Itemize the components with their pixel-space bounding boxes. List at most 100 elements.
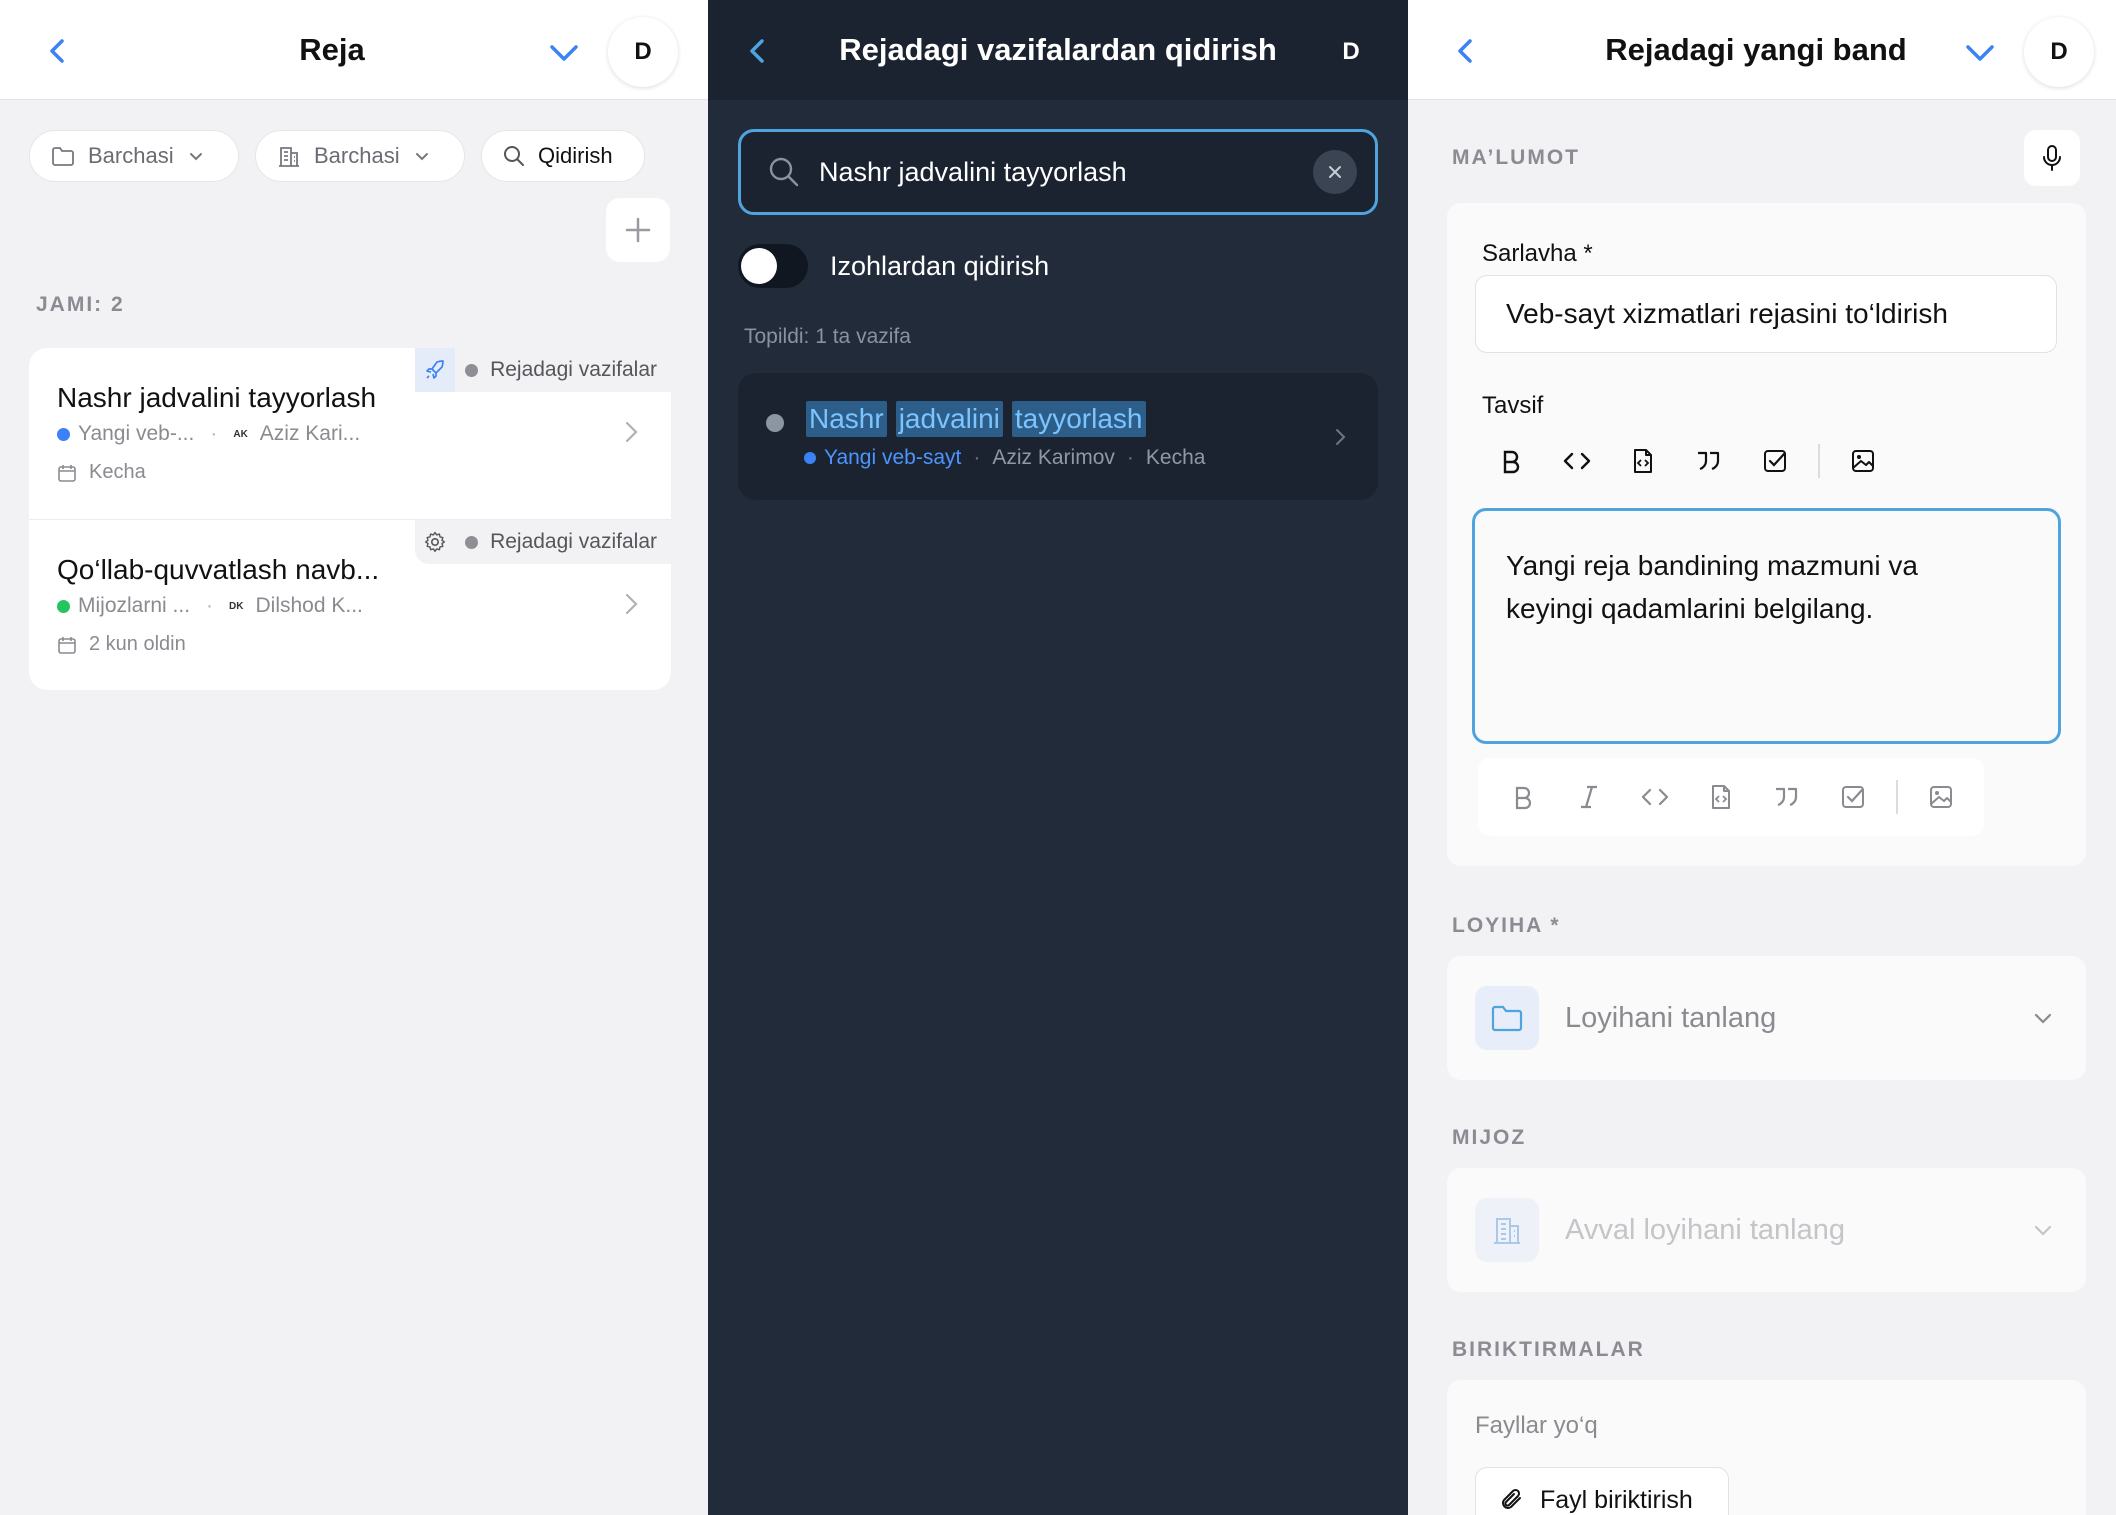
folder-filter-label: Barchasi — [88, 143, 174, 168]
task-date: Kecha — [57, 461, 146, 484]
back-icon[interactable] — [740, 33, 776, 69]
task-card[interactable]: Rejadagi vazifalar Nashr jadvalini tayyo… — [29, 348, 671, 519]
chevron-right-icon — [625, 421, 638, 443]
attach-file-button[interactable]: Fayl biriktirish — [1475, 1467, 1729, 1515]
calendar-icon — [58, 464, 76, 482]
inline-formatting-toolbar — [1478, 758, 1984, 836]
task-assignee: Dilshod K... — [255, 594, 363, 617]
checklist-button[interactable] — [1820, 772, 1886, 822]
code-icon — [1563, 452, 1591, 470]
title-label: Sarlavha * — [1482, 240, 1593, 267]
task-date: 2 kun oldin — [57, 633, 186, 656]
paperclip-icon — [1502, 1488, 1521, 1509]
quote-button[interactable] — [1676, 436, 1742, 486]
status-badge: Rejadagi vazifalar — [415, 520, 671, 564]
bold-button[interactable] — [1490, 772, 1556, 822]
back-icon[interactable] — [1448, 33, 1484, 69]
building-icon — [1475, 1198, 1539, 1262]
title-input[interactable]: Veb-sayt xizmatlari rejasini to‘ldirish — [1475, 275, 2057, 353]
task-meta: Yangi veb-... · AK Aziz Kari... — [57, 422, 360, 446]
section-label-client: MIJOZ — [1452, 1126, 1527, 1149]
quote-icon — [1698, 451, 1720, 471]
avatar[interactable]: D — [2024, 17, 2094, 87]
voice-input-button[interactable] — [2024, 130, 2080, 186]
description-label: Tavsif — [1482, 392, 1544, 419]
task-assignee: Aziz Kari... — [259, 422, 361, 445]
image-button[interactable] — [1908, 772, 1974, 822]
building-icon — [279, 147, 299, 167]
avatar[interactable]: D — [608, 17, 678, 87]
search-value: Nashr jadvalini tayyorlash — [819, 156, 1127, 187]
image-icon — [1851, 450, 1874, 472]
add-task-button[interactable] — [606, 198, 670, 262]
status-badge-label: Rejadagi vazifalar — [490, 530, 657, 553]
close-icon — [1329, 166, 1341, 178]
code-block-button[interactable] — [1610, 436, 1676, 486]
comments-search-toggle[interactable] — [738, 244, 808, 288]
total-count: JAMI: 2 — [36, 293, 125, 316]
task-card[interactable]: Rejadagi vazifalar Qo‘llab-quvvatlash na… — [29, 519, 671, 690]
search-panel: Rejadagi vazifalardan qidirish D Nashr j… — [708, 0, 1408, 1515]
folder-filter[interactable]: Barchasi — [29, 130, 239, 182]
section-label-attachments: BIRIKTIRMALAR — [1452, 1338, 1645, 1361]
formatting-toolbar — [1478, 436, 1896, 486]
calendar-icon — [58, 636, 76, 654]
header: Rejadagi yangi band D — [1408, 0, 2116, 100]
bold-icon — [1515, 786, 1532, 810]
attach-file-label: Fayl biriktirish — [1540, 1485, 1693, 1514]
task-date-label: 2 kun oldin — [89, 633, 186, 655]
chevron-down-icon[interactable] — [546, 34, 582, 70]
description-line: keyingi qadamlarini belgilang. — [1506, 593, 1874, 624]
section-label-project: LOYIHA * — [1452, 914, 1561, 937]
code-file-icon — [1712, 785, 1730, 809]
back-icon[interactable] — [40, 33, 76, 69]
toggle-label: Izohlardan qidirish — [830, 251, 1050, 281]
project-select[interactable]: Loyihani tanlang — [1447, 956, 2086, 1080]
chevron-right-icon — [625, 593, 638, 615]
highlight-word: tayyorlash — [1011, 401, 1146, 437]
result-meta: Yangi veb-sayt · Aziz Karimov · Kecha — [804, 446, 1205, 470]
quote-button[interactable] — [1754, 772, 1820, 822]
chevron-down-icon — [2034, 1013, 2052, 1024]
code-icon — [1641, 788, 1669, 806]
search-result-item[interactable]: Nashr jadvalini tayyorlash Yangi veb-say… — [738, 373, 1378, 500]
italic-button[interactable] — [1556, 772, 1622, 822]
checkbox-icon — [1764, 450, 1786, 472]
header: Rejadagi vazifalardan qidirish D — [708, 0, 1408, 100]
gear-icon — [415, 520, 455, 564]
description-editor[interactable]: Yangi reja bandining mazmuni va keyingi … — [1472, 508, 2061, 744]
project-color-dot — [57, 599, 70, 613]
search-icon — [504, 146, 524, 166]
task-project: Yangi veb-... — [78, 422, 195, 445]
bold-button[interactable] — [1478, 436, 1544, 486]
search-input[interactable]: Nashr jadvalini tayyorlash — [738, 129, 1378, 215]
clear-search-button[interactable] — [1313, 150, 1357, 194]
chevron-down-icon — [415, 153, 428, 161]
attachments-card: Fayllar yo‘q Fayl biriktirish — [1447, 1380, 2086, 1515]
task-title: Nashr jadvalini tayyorlash — [57, 382, 377, 413]
code-button[interactable] — [1544, 436, 1610, 486]
image-icon — [1929, 786, 1952, 808]
search-icon — [769, 157, 799, 187]
checkbox-icon — [1842, 786, 1864, 808]
quote-icon — [1776, 787, 1798, 807]
client-select[interactable]: Avval loyihani tanlang — [1447, 1168, 2086, 1292]
assignee-initials: AK — [233, 428, 248, 440]
page-title: Rejadagi vazifalardan qidirish — [839, 32, 1277, 67]
bold-icon — [1503, 450, 1520, 474]
highlight-word: jadvalini — [895, 401, 1003, 437]
avatar[interactable]: D — [1316, 17, 1386, 87]
page-title: Reja — [299, 32, 365, 67]
code-button[interactable] — [1622, 772, 1688, 822]
folder-icon — [52, 147, 74, 166]
task-meta: Mijozlarni ... · DK Dilshod K... — [57, 594, 363, 618]
code-block-button[interactable] — [1688, 772, 1754, 822]
status-badge-label: Rejadagi vazifalar — [490, 358, 657, 381]
image-button[interactable] — [1830, 436, 1896, 486]
checklist-button[interactable] — [1742, 436, 1808, 486]
chevron-down-icon[interactable] — [1962, 34, 1998, 70]
plan-list-panel: Reja D Barchasi Barchasi Qidirish JAMI: … — [0, 0, 708, 1515]
chevron-down-icon — [2034, 1225, 2052, 1236]
search-button[interactable]: Qidirish — [481, 130, 645, 182]
client-filter[interactable]: Barchasi — [255, 130, 465, 182]
